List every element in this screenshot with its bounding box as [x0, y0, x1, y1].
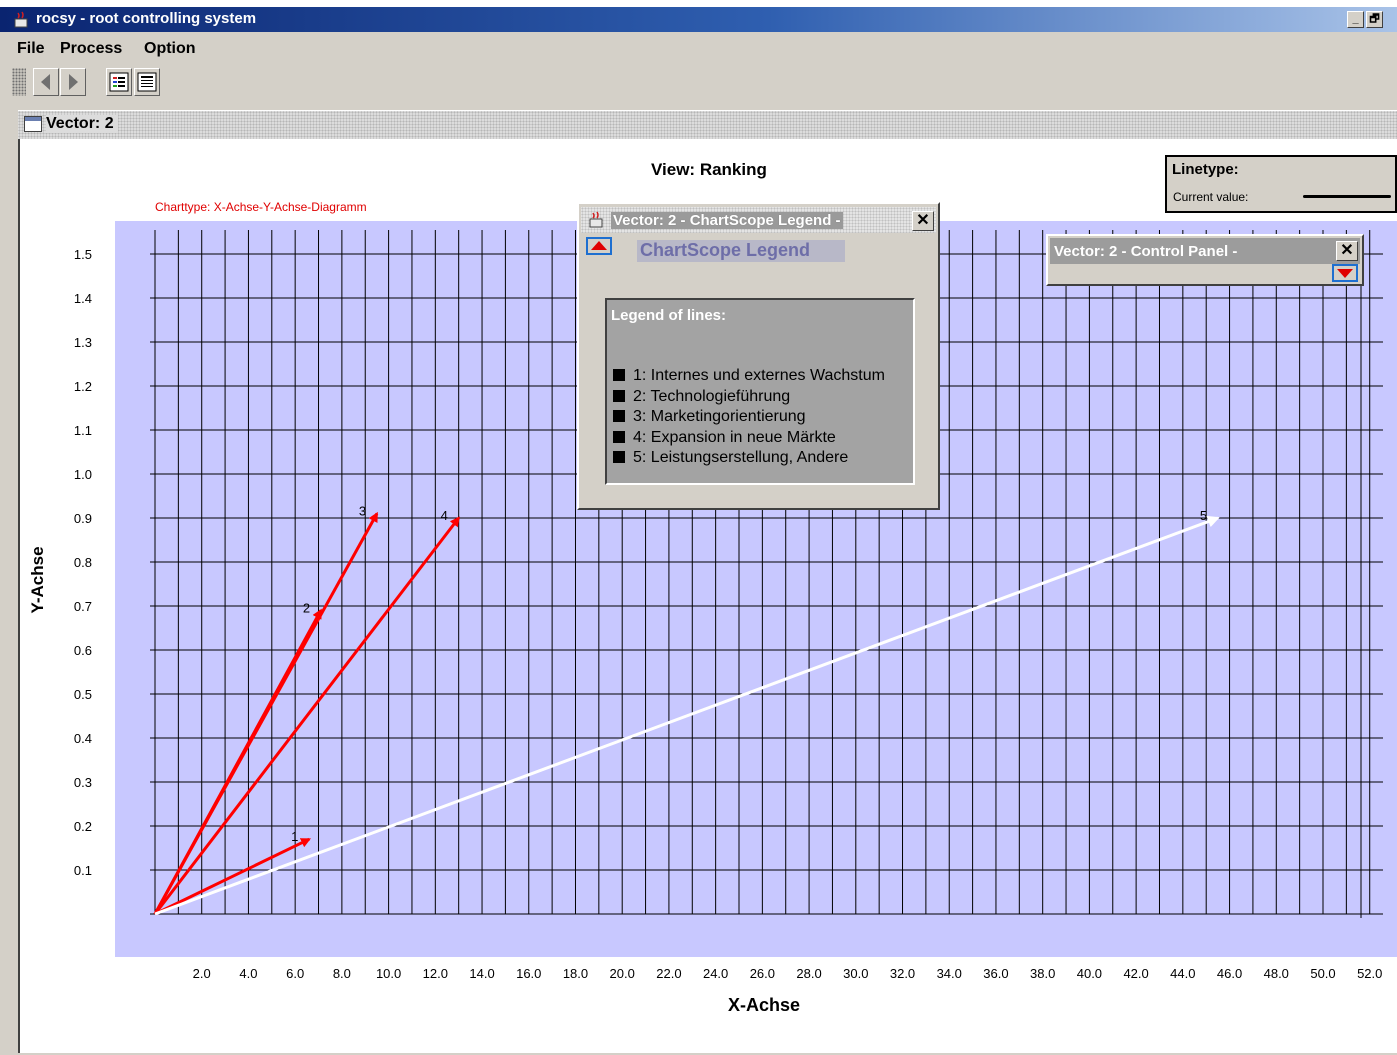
legend-collapse-button[interactable]: [586, 237, 612, 255]
x-tick-label: 50.0: [1310, 966, 1335, 981]
legend-item: 4: Expansion in neue Märkte: [613, 428, 885, 449]
y-tick-label: 0.1: [74, 863, 92, 878]
legend-item: 2: Technologieführung: [613, 387, 885, 408]
vector-label: 2: [303, 600, 310, 615]
y-tick-label: 1.3: [74, 335, 92, 350]
x-tick-label: 34.0: [937, 966, 962, 981]
x-tick-label: 44.0: [1170, 966, 1195, 981]
x-tick-label: 36.0: [983, 966, 1008, 981]
x-tick-label: 22.0: [656, 966, 681, 981]
triangle-up-icon: [591, 241, 607, 250]
x-tick-label: 48.0: [1264, 966, 1289, 981]
legend-heading: ChartScope Legend: [637, 240, 845, 262]
x-tick-label: 14.0: [469, 966, 494, 981]
vector-series-3: [153, 511, 379, 915]
vector-series-4: [153, 516, 460, 915]
x-tick-label: 4.0: [239, 966, 257, 981]
control-panel-close-button[interactable]: ✕: [1336, 241, 1358, 261]
legend-window-title-bar[interactable]: Vector: 2 - ChartScope Legend - ✕: [581, 207, 936, 233]
x-tick-label: 32.0: [890, 966, 915, 981]
x-tick-label: 12.0: [423, 966, 448, 981]
y-tick-label: 1.5: [74, 247, 92, 262]
y-tick-label: 1.1: [74, 423, 92, 438]
legend-square-icon: [613, 451, 625, 464]
y-tick-label: 1.0: [74, 467, 92, 482]
y-tick-label: 0.8: [74, 555, 92, 570]
legend-item: 3: Marketingorientierung: [613, 407, 885, 428]
legend-box-title: Legend of lines:: [611, 307, 727, 324]
vector-label: 1: [291, 829, 298, 844]
y-tick-label: 0.4: [74, 731, 92, 746]
y-tick-label: 0.6: [74, 643, 92, 658]
legend-item: 1: Internes und externes Wachstum: [613, 366, 885, 387]
legend-square-icon: [613, 430, 625, 443]
legend-square-icon: [613, 389, 625, 402]
legend-close-button[interactable]: ✕: [912, 211, 934, 231]
x-tick-label: 2.0: [193, 966, 211, 981]
y-tick-label: 0.5: [74, 687, 92, 702]
x-tick-label: 26.0: [750, 966, 775, 981]
control-panel-window[interactable]: Vector: 2 - Control Panel - ✕: [1046, 234, 1364, 286]
x-tick-label: 28.0: [796, 966, 821, 981]
vector-label: 5: [1200, 508, 1207, 523]
x-tick-label: 8.0: [333, 966, 351, 981]
control-panel-title-bar[interactable]: Vector: 2 - Control Panel - ✕: [1050, 238, 1360, 264]
x-tick-label: 40.0: [1077, 966, 1102, 981]
legend-window-title: Vector: 2 - ChartScope Legend -: [611, 212, 843, 229]
x-tick-label: 38.0: [1030, 966, 1055, 981]
y-tick-label: 0.7: [74, 599, 92, 614]
x-tick-label: 20.0: [610, 966, 635, 981]
x-tick-label: 30.0: [843, 966, 868, 981]
legend-window[interactable]: Vector: 2 - ChartScope Legend - ✕ ChartS…: [577, 202, 940, 510]
vector-label: 3: [359, 504, 366, 519]
legend-square-icon: [613, 369, 625, 381]
control-panel-expand-button[interactable]: [1332, 264, 1358, 282]
y-tick-label: 1.2: [74, 379, 92, 394]
vector-label: 4: [441, 508, 448, 523]
x-tick-label: 52.0: [1357, 966, 1382, 981]
current-linetype-sample: [1303, 195, 1391, 198]
x-tick-label: 10.0: [376, 966, 401, 981]
x-tick-label: 42.0: [1123, 966, 1148, 981]
java-cup-icon: [589, 211, 603, 228]
vector-series-5: [154, 515, 1220, 916]
x-tick-label: 18.0: [563, 966, 588, 981]
x-tick-label: 6.0: [286, 966, 304, 981]
y-tick-label: 0.3: [74, 775, 92, 790]
x-tick-label: 46.0: [1217, 966, 1242, 981]
legend-list: 1: Internes und externes Wachstum 2: Tec…: [613, 366, 885, 469]
y-tick-label: 0.9: [74, 511, 92, 526]
y-tick-label: 0.2: [74, 819, 92, 834]
control-panel-title: Vector: 2 - Control Panel -: [1054, 243, 1238, 260]
linetype-panel: Linetype: Current value:: [1165, 155, 1397, 213]
x-tick-label: 16.0: [516, 966, 541, 981]
y-tick-label: 1.4: [74, 291, 92, 306]
current-value-label: Current value:: [1173, 190, 1249, 204]
legend-item: 5: Leistungserstellung, Andere: [613, 448, 885, 469]
legend-square-icon: [613, 410, 625, 423]
x-tick-label: 24.0: [703, 966, 728, 981]
legend-box: Legend of lines: 1: Internes und externe…: [605, 298, 915, 485]
linetype-heading: Linetype:: [1172, 161, 1239, 178]
triangle-down-icon: [1337, 269, 1353, 278]
